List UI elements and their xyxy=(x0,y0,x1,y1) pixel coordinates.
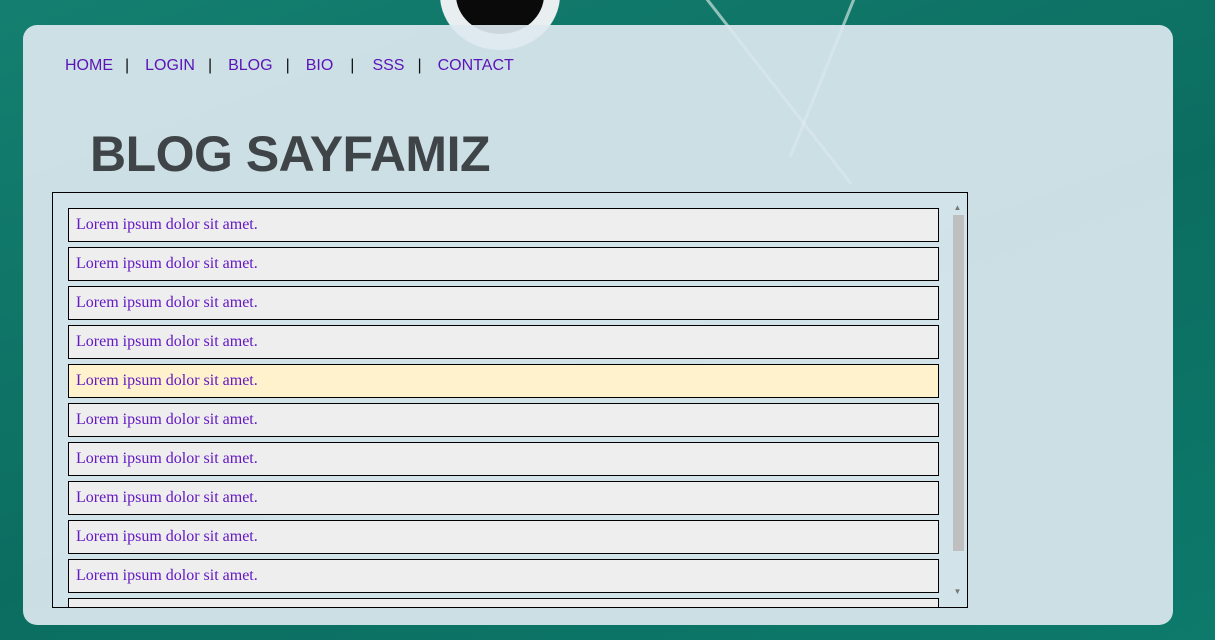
blog-list-item[interactable]: Lorem ipsum dolor sit amet. xyxy=(68,520,939,554)
nav-sss[interactable]: SSS xyxy=(372,57,404,75)
nav-home[interactable]: HOME xyxy=(65,57,113,75)
scroll-up-arrow-icon[interactable]: ▲ xyxy=(949,201,966,215)
nav-separator: | xyxy=(350,57,355,74)
blog-list-item[interactable]: Lorem ipsum dolor sit amet. xyxy=(68,286,939,320)
top-nav: HOME | LOGIN | BLOG | BIO | SSS | CONTAC… xyxy=(65,55,514,77)
scrollbar[interactable]: ▲ ▼ xyxy=(949,193,966,607)
nav-blog[interactable]: BLOG xyxy=(228,57,272,75)
nav-separator: | xyxy=(207,57,213,74)
blog-list-item[interactable]: Lorem ipsum dolor sit amet. xyxy=(68,481,939,515)
blog-list[interactable]: Lorem ipsum dolor sit amet. Lorem ipsum d… xyxy=(52,192,968,608)
scrollbar-thumb[interactable] xyxy=(953,215,964,551)
nav-bio[interactable]: BIO xyxy=(306,57,334,75)
blog-list-item[interactable]: Lorem ipsum dolor sit amet. xyxy=(68,559,939,593)
page-title: BLOG SAYFAMIZ xyxy=(90,126,491,182)
nav-separator: | xyxy=(417,57,422,74)
nav-separator: | xyxy=(285,57,290,74)
blog-list-item[interactable]: Lorem ipsum dolor sit amet. xyxy=(68,208,939,242)
blog-list-item[interactable]: Lorem ipsum dolor sit amet. xyxy=(68,364,939,398)
blog-list-item[interactable]: Lorem ipsum dolor sit amet. xyxy=(68,598,939,607)
content-card: HOME | LOGIN | BLOG | BIO | SSS | CONTAC… xyxy=(23,25,1173,625)
nav-contact[interactable]: CONTACT xyxy=(438,57,514,75)
blog-list-item[interactable]: Lorem ipsum dolor sit amet. xyxy=(68,442,939,476)
scroll-down-arrow-icon[interactable]: ▼ xyxy=(949,585,966,599)
nav-login[interactable]: LOGIN xyxy=(145,57,195,75)
nav-separator: | xyxy=(125,57,130,74)
blog-list-items: Lorem ipsum dolor sit amet. Lorem ipsum d… xyxy=(68,208,939,607)
blog-list-item[interactable]: Lorem ipsum dolor sit amet. xyxy=(68,403,939,437)
blog-list-item[interactable]: Lorem ipsum dolor sit amet. xyxy=(68,325,939,359)
blog-list-item[interactable]: Lorem ipsum dolor sit amet. xyxy=(68,247,939,281)
